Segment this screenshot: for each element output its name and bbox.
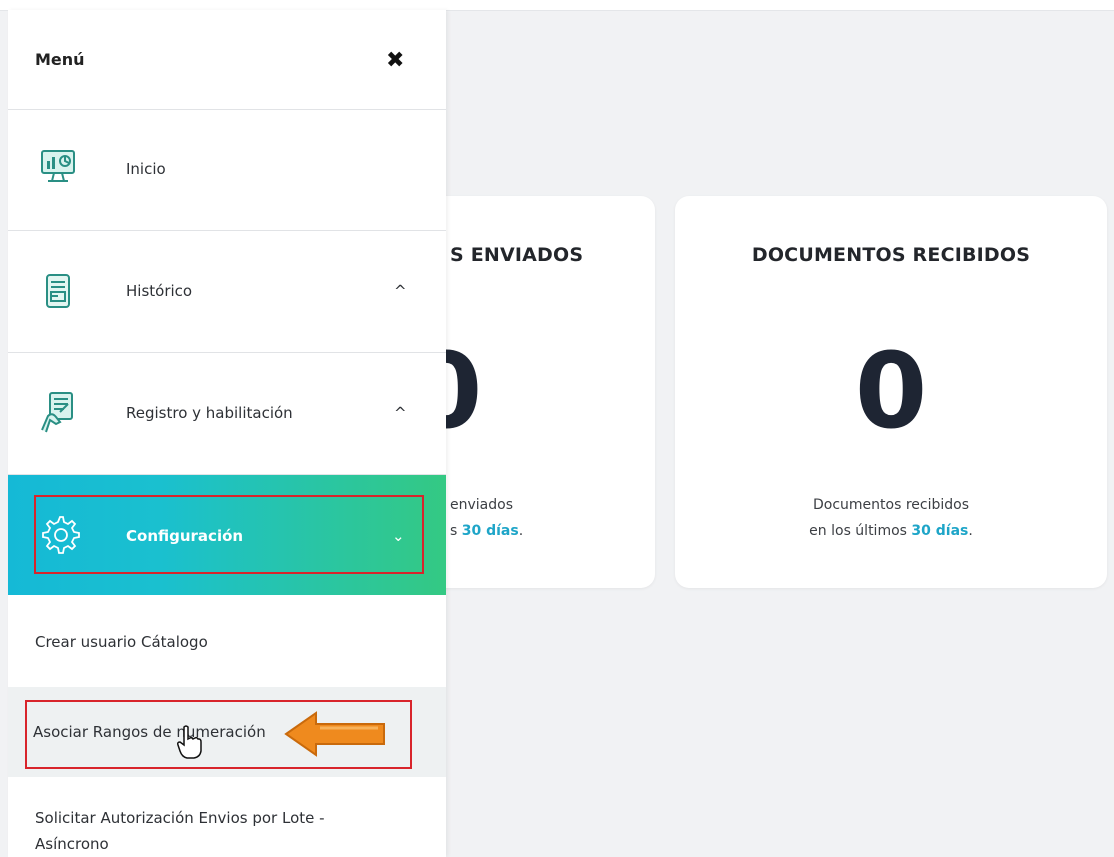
card-desc-suffix: .: [518, 523, 524, 539]
submenu-item-solicitar-autorizacion[interactable]: Solicitar Autorización Envios por Lote -…: [8, 777, 446, 857]
document-icon: [38, 272, 78, 312]
chevron-up-icon[interactable]: ^: [394, 404, 407, 422]
chevron-up-icon[interactable]: ^: [394, 282, 407, 300]
card-title: DOCUMENTOS RECIBIDOS: [751, 244, 1031, 266]
menu-title: Menú: [35, 50, 85, 69]
card-desc-suffix: .: [968, 523, 973, 539]
card-title: S ENVIADOS: [450, 244, 584, 266]
gear-icon: [38, 513, 80, 554]
menu-item-label: Configuración: [126, 527, 244, 545]
card-desc-line1: Documentos recibidos: [812, 497, 969, 513]
card-desc-prefix: s: [450, 523, 462, 539]
card-desc-days: 30 días: [461, 523, 519, 539]
menu-item-historico[interactable]: Histórico ^: [8, 232, 446, 353]
card-desc-prefix: en los últimos: [809, 523, 912, 539]
menu-item-label: Histórico: [126, 282, 193, 300]
card-count: 0: [854, 330, 928, 452]
documents-received-card: DOCUMENTOS RECIBIDOS 0 Documentos recibi…: [675, 196, 1107, 588]
submenu-item-label: Solicitar Autorización Envios por Lote -…: [35, 809, 325, 853]
menu-header: Menú ✖: [8, 10, 446, 110]
submenu-item-label: Crear usuario Cátalogo: [35, 633, 208, 651]
card-desc-days: 30 días: [911, 523, 969, 539]
menu-item-label: Registro y habilitación: [126, 404, 293, 422]
submenu-item-label: Asociar Rangos de numeración: [33, 723, 266, 741]
card-desc-line1: enviados: [450, 497, 513, 513]
card-description: enviados s 30 días.: [450, 492, 523, 544]
menu-item-registro[interactable]: Registro y habilitación ^: [8, 354, 446, 475]
hand-form-icon: [38, 390, 78, 433]
monitor-chart-icon: [38, 147, 78, 187]
card-desc-line2: s 30 días.: [450, 518, 523, 544]
submenu-item-crear-usuario[interactable]: Crear usuario Cátalogo: [8, 595, 446, 687]
hand-pointer-icon: [177, 725, 202, 759]
card-desc-line2: en los últimos 30 días.: [675, 518, 1107, 544]
menu-item-inicio[interactable]: Inicio: [8, 110, 446, 231]
close-icon[interactable]: ✖: [386, 48, 404, 73]
menu-item-label: Inicio: [126, 160, 166, 178]
chevron-down-icon[interactable]: ⌄: [392, 527, 405, 545]
card-description: Documentos recibidos en los últimos 30 d…: [675, 492, 1107, 544]
menu-item-configuracion[interactable]: Configuración ⌄: [8, 475, 446, 595]
side-menu: Menú ✖ Inicio Histórico ^ Registro y hab…: [8, 10, 446, 857]
arrow-left-icon: [284, 711, 385, 757]
